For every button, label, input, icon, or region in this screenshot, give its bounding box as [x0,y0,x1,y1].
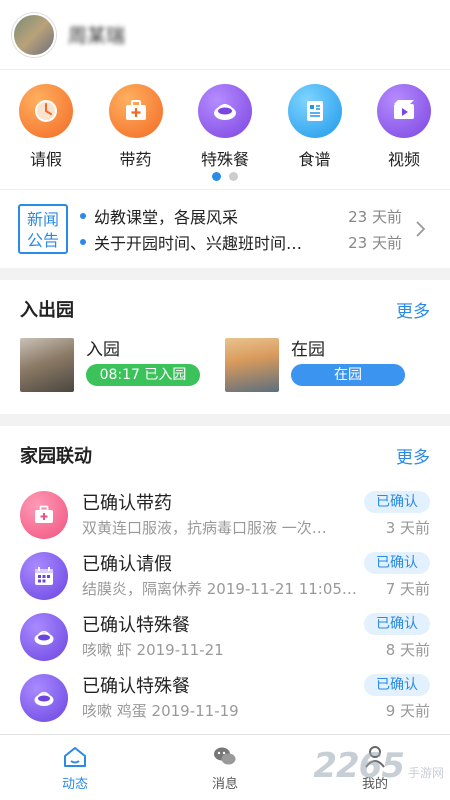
recipe-icon [287,84,342,138]
status-badge: 已确认 [364,613,430,635]
item-subtitle: 咳嗽 虾 2019-11-21 [82,640,224,659]
home-icon [64,747,86,767]
news-list: 幼教课堂，各展风采 23 天前 关于开园时间、兴趣班时间… 23 天前 [80,203,402,255]
item-time: 7 天前 [385,580,430,598]
watermark-logo: 2265 手游网 [313,746,444,786]
classroom-photo[interactable] [225,338,279,392]
chevron-right-icon[interactable] [408,217,432,241]
inout-header: 入出园 更多 [0,280,450,338]
page-dot[interactable] [212,172,221,181]
news-time: 23 天前 [348,207,402,226]
calendar-icon [20,551,68,600]
news-time: 23 天前 [348,233,402,252]
news-badge-line: 公告 [26,231,59,250]
list-item[interactable]: 已确认特殊餐 咳嗽 鸡蛋 2019-11-19 已确认 9 天前 [0,667,450,728]
item-time: 9 天前 [385,702,430,720]
item-time: 3 天前 [385,519,430,537]
status-badge: 已确认 [364,491,430,513]
item-subtitle: 结膜炎，隔离休养 2019-11-21 11:05… [82,579,357,598]
quick-menu: 请假 带药 特殊餐 食谱 视频 [0,70,450,190]
page-dot[interactable] [229,172,238,181]
status-badge: 在园 [291,364,405,386]
special-meal-icon [20,612,68,661]
section-title: 家园联动 [20,446,92,467]
special-meal-icon [20,673,68,722]
news-badge: 新闻 公告 [18,204,68,254]
medicine-box-icon [20,490,68,539]
item-title: 已确认特殊餐 [82,675,190,697]
watermark-subtext: 手游网 [407,766,444,780]
activity-header: 家园联动 更多 [0,426,450,484]
more-link[interactable]: 更多 [396,443,430,468]
item-subtitle: 咳嗽 鸡蛋 2019-11-19 [82,701,239,720]
inout-cards: 入园 08:17 已入园 在园 在园 [0,338,450,414]
news-text: 关于开园时间、兴趣班时间… [94,234,303,253]
section-title: 入出园 [20,300,74,321]
news-text: 幼教课堂，各展风采 [94,208,239,227]
item-time: 8 天前 [385,641,430,659]
quick-item-label: 特殊餐 [200,150,249,169]
inout-card-title: 入园 [86,340,120,360]
list-item[interactable]: 已确认特殊餐 咳嗽 虾 2019-11-21 已确认 8 天前 [0,606,450,667]
status-badge: 已确认 [364,674,430,696]
chat-icon [214,747,236,765]
news-item[interactable]: 幼教课堂，各展风采 23 天前 [80,203,402,229]
inout-card-enter[interactable]: 入园 08:17 已入园 [20,338,225,414]
list-item[interactable]: 已确认请假 结膜炎，隔离休养 2019-11-21 11:05… 已确认 7 天… [0,545,450,606]
news-item[interactable]: 关于开园时间、兴趣班时间… 23 天前 [80,229,402,255]
quick-item-label: 食谱 [298,150,331,169]
quick-item-label: 带药 [119,150,152,169]
arrival-photo[interactable] [20,338,74,392]
page-indicator [0,172,450,181]
status-badge: 已确认 [364,552,430,574]
item-subtitle: 双黄连口服液，抗病毒口服液 一次… [82,518,327,537]
item-title: 已确认请假 [82,553,172,575]
news-bar[interactable]: 新闻 公告 幼教课堂，各展风采 23 天前 关于开园时间、兴趣班时间… 23 天… [0,190,450,268]
bullet-icon [80,239,86,245]
status-badge: 08:17 已入园 [86,364,200,386]
divider [0,414,450,426]
list-item[interactable]: 已确认带药 双黄连口服液，抗病毒口服液 一次… 已确认 3 天前 [0,484,450,545]
divider [0,268,450,280]
news-badge-line: 新闻 [26,210,59,229]
quick-item-label: 视频 [387,150,420,169]
avatar[interactable] [12,12,56,57]
video-icon [377,84,431,138]
inout-card-in-school[interactable]: 在园 在园 [225,338,430,414]
medicine-box-icon [108,84,163,138]
more-link[interactable]: 更多 [396,297,430,322]
special-meal-icon [198,84,252,138]
tab-label: 动态 [61,777,88,792]
tab-messages[interactable]: 消息 [150,735,300,800]
clock-icon [19,84,73,138]
tab-label: 消息 [211,777,238,792]
item-title: 已确认特殊餐 [82,614,190,636]
watermark-text: 2265 [313,746,405,786]
tab-dynamics[interactable]: 动态 [0,735,150,800]
bullet-icon [80,213,86,219]
profile-header[interactable]: 周某瑞 [0,0,450,70]
item-title: 已确认带药 [82,492,172,514]
inout-card-title: 在园 [291,340,325,360]
quick-item-label: 请假 [29,150,62,169]
username: 周某瑞 [68,25,126,47]
